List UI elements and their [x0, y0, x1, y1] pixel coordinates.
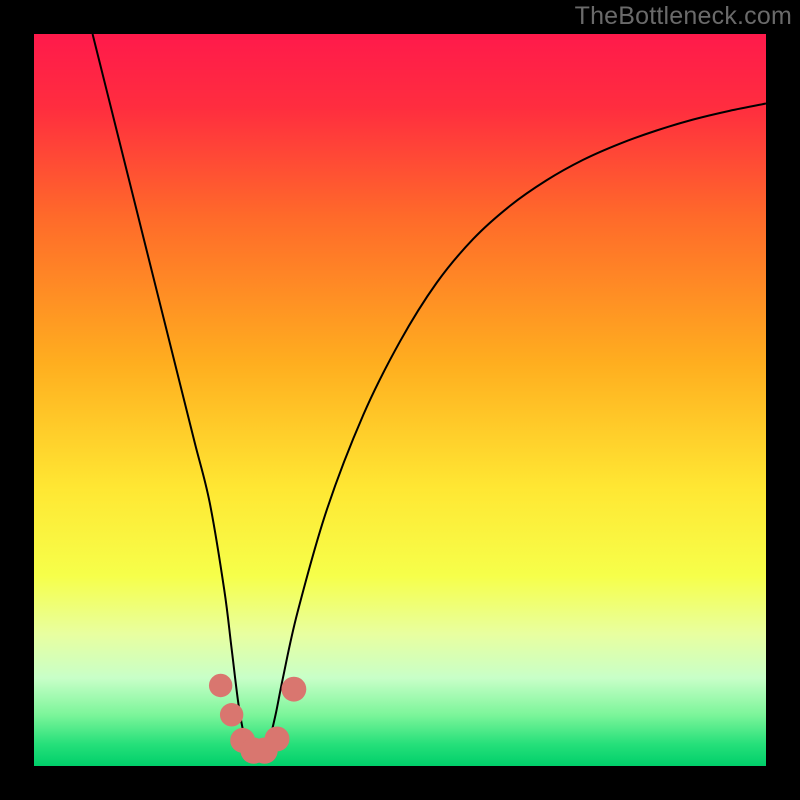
data-marker — [220, 703, 243, 726]
chart-frame: TheBottleneck.com — [0, 0, 800, 800]
gradient-background — [34, 34, 766, 766]
data-marker — [281, 677, 306, 702]
data-marker — [209, 674, 232, 697]
watermark-text: TheBottleneck.com — [575, 2, 792, 31]
plot-area — [34, 34, 766, 766]
bottleneck-chart — [34, 34, 766, 766]
data-marker — [265, 726, 290, 751]
